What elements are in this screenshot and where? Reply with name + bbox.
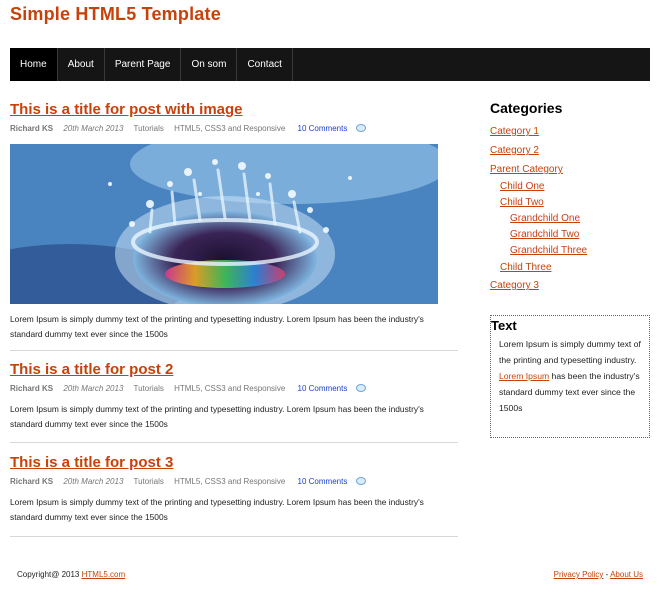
grandchild-one-link[interactable]: Grandchild One [490,211,650,227]
category-1-link[interactable]: Category 1 [490,122,650,141]
post-1: This is a title for post with image Rich… [10,101,458,351]
grandchild-three-link[interactable]: Grandchild Three [490,243,650,259]
nav-item-home[interactable]: Home [10,48,58,81]
category-2-link[interactable]: Category 2 [490,141,650,160]
post-date: 20th March 2013 [63,124,124,133]
privacy-policy-link[interactable]: Privacy Policy [554,570,604,579]
comments-label: 10 Comments [297,477,348,486]
sidebar-categories: Categories Category 1 Category 2 Parent … [490,100,650,295]
post-excerpt: Lorem Ipsum is simply dummy text of the … [10,404,424,429]
nav-item-on-som[interactable]: On som [181,48,238,81]
post-excerpt: Lorem Ipsum is simply dummy text of the … [10,314,424,339]
nav-item-about[interactable]: About [58,48,105,81]
comment-bubble-icon [356,124,367,132]
comments-link[interactable]: 10 Comments [298,477,367,486]
comments-label: 10 Comments [297,384,348,393]
post-2: This is a title for post 2 Richard KS 20… [10,361,458,443]
post-meta: Richard KS 20th March 2013 Tutorials HTM… [10,124,458,134]
copyright-text: Copyright@ 2013 [17,570,82,579]
comments-label: 10 Comments [297,124,348,133]
post-title[interactable]: This is a title for post 3 [10,454,458,472]
post-title[interactable]: This is a title for post with image [10,101,458,119]
nav-item-contact[interactable]: Contact [237,48,293,81]
footer-links: Privacy Policy - About Us [554,570,643,579]
post-3: This is a title for post 3 Richard KS 20… [10,454,458,537]
nav-item-parent-page[interactable]: Parent Page [105,48,182,81]
post-author: Richard KS [10,124,54,133]
text-widget-before: Lorem Ipsum is simply dummy text of the … [499,339,641,365]
post-category: Tutorials [133,124,164,133]
child-one-link[interactable]: Child One [490,179,650,195]
water-splash-image [10,144,438,304]
post-category: Tutorials [133,477,164,486]
about-us-link[interactable]: About Us [610,570,643,579]
text-widget-body: Lorem Ipsum is simply dummy text of the … [491,334,649,416]
post-tags: HTML5, CSS3 and Responsive [174,124,286,133]
post-meta: Richard KS 20th March 2013 Tutorials HTM… [10,477,458,487]
child-three-link[interactable]: Child Three [490,259,650,277]
post-author: Richard KS [10,477,54,486]
text-widget-heading: Text [491,318,517,333]
site-title[interactable]: Simple HTML5 Template [10,4,221,25]
post-image [10,144,438,304]
comment-bubble-icon [356,384,367,392]
post-date: 20th March 2013 [63,477,124,486]
lorem-ipsum-link[interactable]: Lorem Ipsum [499,371,549,381]
parent-category-link[interactable]: Parent Category [490,160,650,179]
post-excerpt: Lorem Ipsum is simply dummy text of the … [10,497,424,522]
comments-link[interactable]: 10 Comments [298,124,367,133]
comment-bubble-icon [356,477,367,485]
post-category: Tutorials [133,384,164,393]
child-two-link[interactable]: Child Two [490,195,650,211]
footer-copyright: Copyright@ 2013 HTML5.com [17,570,125,579]
grandchild-two-link[interactable]: Grandchild Two [490,227,650,243]
category-3-link[interactable]: Category 3 [490,277,650,295]
post-tags: HTML5, CSS3 and Responsive [174,477,286,486]
html5-link[interactable]: HTML5.com [82,570,126,579]
post-title[interactable]: This is a title for post 2 [10,361,458,379]
post-date: 20th March 2013 [63,384,124,393]
post-author: Richard KS [10,384,54,393]
text-widget: Text Lorem Ipsum is simply dummy text of… [490,315,650,438]
categories-heading: Categories [490,100,563,116]
post-tags: HTML5, CSS3 and Responsive [174,384,286,393]
main-nav: Home About Parent Page On som Contact [10,48,650,81]
post-meta: Richard KS 20th March 2013 Tutorials HTM… [10,384,458,394]
comments-link[interactable]: 10 Comments [298,384,367,393]
